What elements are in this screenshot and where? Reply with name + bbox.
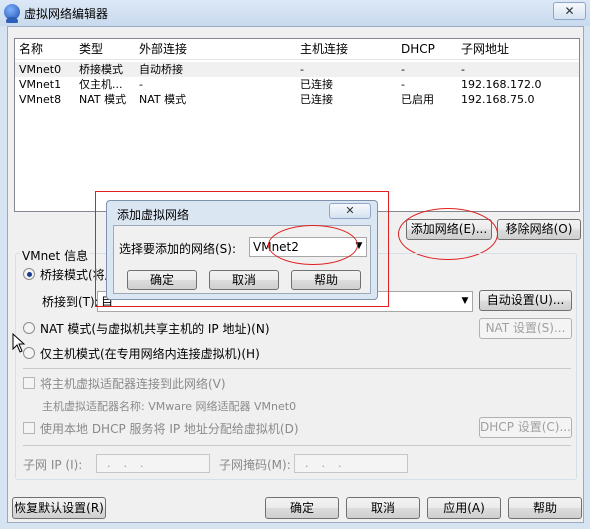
cancel-button[interactable]: 取消: [346, 497, 420, 519]
nat-mode-label[interactable]: NAT 模式(与虚拟机共享主机的 IP 地址)(N): [40, 320, 270, 337]
remove-network-button[interactable]: 移除网络(O): [497, 219, 581, 240]
header-divider: [15, 59, 579, 60]
column-header-host[interactable]: 主机连接: [300, 39, 348, 59]
apply-button[interactable]: 应用(A): [427, 497, 501, 519]
network-app-icon: [4, 4, 20, 23]
cell-name: VMnet1: [19, 78, 62, 91]
restore-defaults-button[interactable]: 恢复默认设置(R): [12, 497, 106, 519]
cell-external: 自动桥接: [139, 63, 183, 76]
table-row[interactable]: VMnet0 桥接模式 自动桥接 - - -: [15, 62, 579, 77]
column-header-subnet[interactable]: 子网地址: [461, 39, 509, 59]
auto-settings-button[interactable]: 自动设置(U)...: [479, 290, 572, 311]
window-close-button[interactable]: ✕: [553, 2, 586, 20]
bridged-mode-radio[interactable]: [23, 268, 35, 280]
divider: [23, 368, 571, 369]
table-row[interactable]: VMnet1 仅主机... - 已连接 - 192.168.172.0: [15, 77, 579, 92]
ok-button[interactable]: 确定: [265, 497, 339, 519]
cell-subnet: 192.168.172.0: [461, 78, 542, 91]
cell-host: -: [300, 63, 304, 76]
subnet-ip-label: 子网 IP (I):: [23, 458, 83, 472]
column-header-external[interactable]: 外部连接: [139, 39, 187, 59]
cell-type: 桥接模式: [79, 63, 123, 76]
column-header-dhcp[interactable]: DHCP: [401, 39, 435, 59]
window-title: 虚拟网络编辑器: [24, 7, 109, 21]
connect-adapter-checkbox[interactable]: [23, 377, 35, 389]
divider: [23, 445, 571, 446]
network-table[interactable]: 名称 类型 外部连接 主机连接 DHCP 子网地址 VMnet0 桥接模式 自动…: [14, 38, 580, 212]
adapter-name-label: 主机虚拟适配器名称: VMware 网络适配器 VMnet0: [42, 400, 297, 413]
cell-host: 已连接: [300, 78, 333, 91]
cell-type: NAT 模式: [79, 93, 127, 106]
nat-settings-button[interactable]: NAT 设置(S)...: [479, 318, 572, 339]
dhcp-settings-button[interactable]: DHCP 设置(C)...: [479, 417, 572, 438]
cell-type: 仅主机...: [79, 78, 123, 91]
mouse-cursor-icon: [12, 333, 26, 353]
use-dhcp-label: 使用本地 DHCP 服务将 IP 地址分配给虚拟机(D): [40, 422, 299, 436]
subnet-mask-field[interactable]: ...: [294, 454, 408, 473]
cell-host: 已连接: [300, 93, 333, 106]
column-header-name[interactable]: 名称: [19, 39, 43, 59]
subnet-ip-field[interactable]: ...: [96, 454, 210, 473]
connect-adapter-label: 将主机虚拟适配器连接到此网络(V): [40, 377, 226, 391]
host-only-label[interactable]: 仅主机模式(在专用网络内连接虚拟机)(H): [40, 345, 260, 362]
vmnet-info-label: VMnet 信息: [20, 247, 91, 264]
cell-subnet: -: [461, 63, 465, 76]
cell-external: -: [139, 78, 143, 91]
bridge-to-label: 桥接到(T):: [42, 295, 99, 309]
table-row[interactable]: VMnet8 NAT 模式 NAT 模式 已连接 已启用 192.168.75.…: [15, 92, 579, 107]
cell-name: VMnet8: [19, 93, 62, 106]
cell-subnet: 192.168.75.0: [461, 93, 535, 106]
column-header-type[interactable]: 类型: [79, 39, 103, 59]
subnet-mask-label: 子网掩码(M):: [219, 458, 291, 472]
cell-dhcp: -: [401, 78, 405, 91]
cell-name: VMnet0: [19, 63, 62, 76]
cell-dhcp: 已启用: [401, 93, 434, 106]
cell-dhcp: -: [401, 63, 405, 76]
chevron-down-icon[interactable]: ▼: [458, 292, 472, 311]
cell-external: NAT 模式: [139, 93, 187, 106]
use-dhcp-checkbox[interactable]: [23, 422, 35, 434]
annotation-ellipse-select: [268, 225, 358, 265]
help-button[interactable]: 帮助: [508, 497, 582, 519]
